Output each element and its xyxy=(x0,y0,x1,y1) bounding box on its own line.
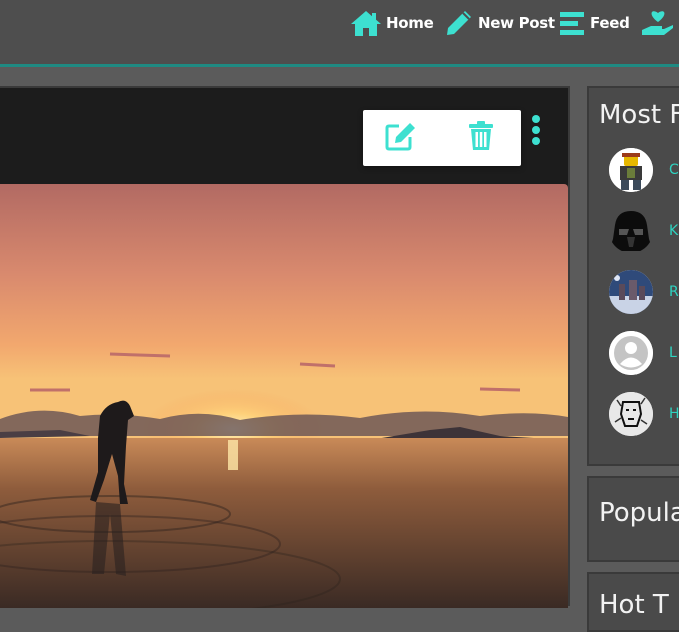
nav-favorites-link[interactable] xyxy=(642,8,674,38)
popular-panel: Popula xyxy=(587,476,679,562)
hot-topics-panel: Hot T xyxy=(587,572,679,632)
user-name[interactable]: R xyxy=(669,284,679,300)
most-followed-title: Most F xyxy=(599,100,679,130)
avatar[interactable] xyxy=(609,270,653,314)
more-options-icon[interactable] xyxy=(530,115,542,145)
hand-heart-icon xyxy=(642,8,674,38)
nav-new-post-label: New Post xyxy=(478,14,555,32)
user-name[interactable]: K xyxy=(669,223,678,239)
user-row[interactable]: C xyxy=(609,148,679,194)
user-name[interactable]: H xyxy=(669,406,679,422)
nav-feed-label: Feed xyxy=(590,14,630,32)
user-row[interactable]: L xyxy=(609,331,679,377)
user-row[interactable]: H xyxy=(609,392,679,438)
post-actions-menu xyxy=(363,110,521,166)
post-header: 2 xyxy=(0,88,568,184)
delete-post-button[interactable] xyxy=(465,120,497,156)
avatar[interactable] xyxy=(609,331,653,375)
nav-home-label: Home xyxy=(386,14,434,32)
avatar[interactable] xyxy=(609,209,653,253)
trash-icon xyxy=(468,120,494,156)
nav-feed-link[interactable]: Feed xyxy=(560,8,630,38)
most-followed-panel: Most F C K R L H xyxy=(587,86,679,466)
pencil-icon xyxy=(444,8,474,38)
nav-new-post-link[interactable]: New Post xyxy=(444,8,555,38)
list-icon xyxy=(560,10,586,36)
post-card: 2 xyxy=(0,86,570,608)
user-row[interactable]: R xyxy=(609,270,679,316)
top-navbar: Home New Post Feed xyxy=(0,0,679,67)
hot-topics-title: Hot T xyxy=(599,590,669,620)
edit-icon xyxy=(385,121,417,156)
edit-post-button[interactable] xyxy=(385,122,417,154)
home-icon xyxy=(350,9,382,37)
user-name[interactable]: L xyxy=(669,345,677,361)
popular-title: Popula xyxy=(599,498,679,528)
nav-home-link[interactable]: Home xyxy=(350,8,434,38)
avatar[interactable] xyxy=(609,392,653,436)
user-name[interactable]: C xyxy=(669,162,679,178)
user-row[interactable]: K xyxy=(609,209,679,255)
post-image[interactable] xyxy=(0,184,568,608)
avatar[interactable] xyxy=(609,148,653,192)
